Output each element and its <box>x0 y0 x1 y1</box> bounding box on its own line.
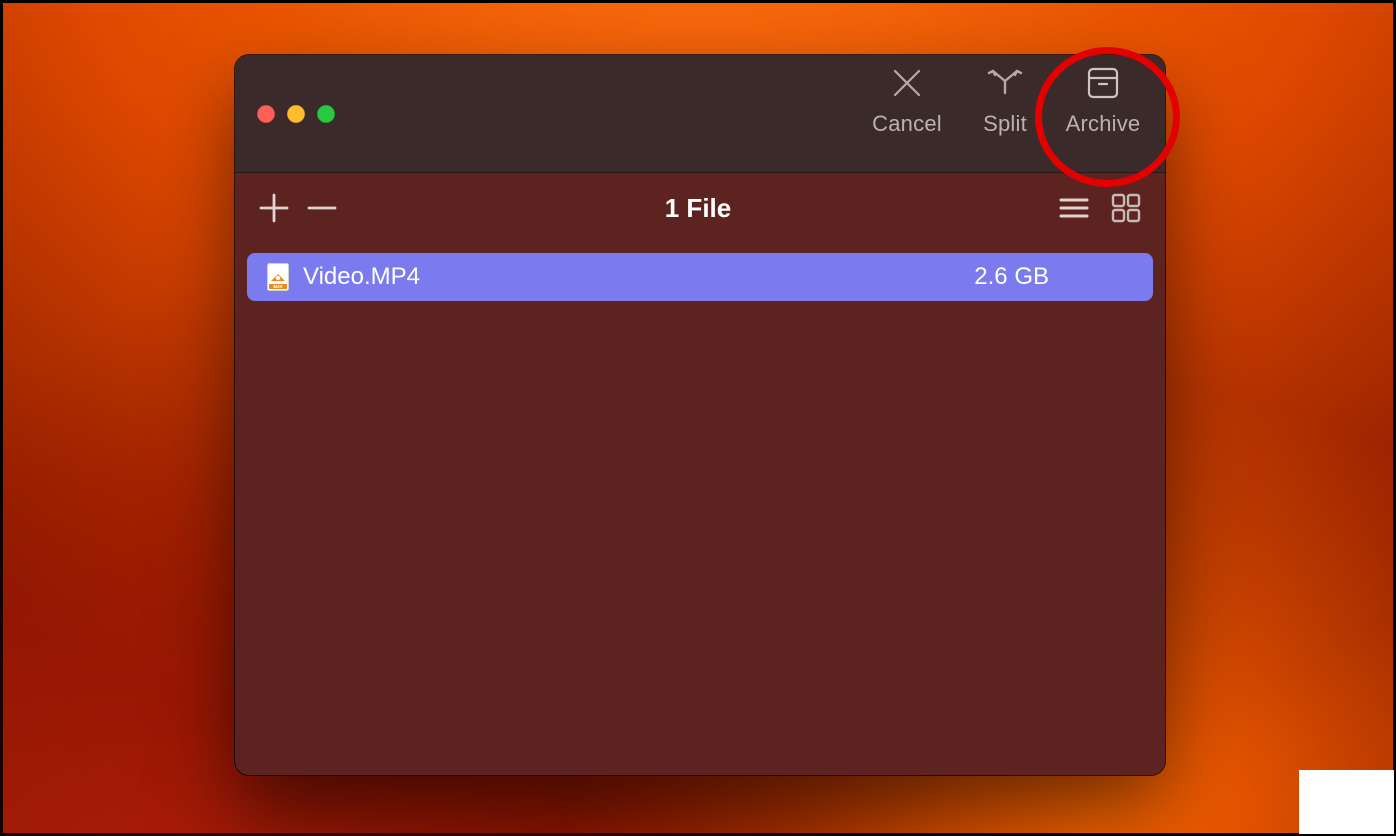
archiver-window: Cancel Split <box>235 55 1165 775</box>
add-remove-controls <box>257 191 339 225</box>
file-size: 2.6 GB <box>974 263 1133 291</box>
cancel-button[interactable]: Cancel <box>867 61 947 137</box>
file-name: Video.MP4 <box>303 263 420 291</box>
split-arrows-icon <box>983 61 1027 105</box>
video-file-icon: M4V <box>267 263 289 291</box>
split-label: Split <box>983 111 1027 137</box>
window-traffic-lights <box>257 105 335 123</box>
window-minimize-button[interactable] <box>287 105 305 123</box>
archive-box-icon <box>1081 61 1125 105</box>
window-titlebar: Cancel Split <box>235 55 1165 173</box>
grid-view-button[interactable] <box>1109 191 1143 225</box>
file-count-title: 1 File <box>339 193 1057 224</box>
view-mode-controls <box>1057 191 1143 225</box>
window-close-button[interactable] <box>257 105 275 123</box>
list-view-button[interactable] <box>1057 191 1091 225</box>
archive-button[interactable]: Archive <box>1063 61 1143 137</box>
file-list: M4V Video.MP4 2.6 GB <box>235 243 1165 311</box>
remove-file-button[interactable] <box>305 191 339 225</box>
watermark-box <box>1299 770 1394 834</box>
x-icon <box>885 61 929 105</box>
split-button[interactable]: Split <box>975 61 1035 137</box>
svg-text:M4V: M4V <box>273 284 282 289</box>
sub-toolbar: 1 File <box>235 173 1165 243</box>
archive-label: Archive <box>1066 111 1141 137</box>
add-file-button[interactable] <box>257 191 291 225</box>
cancel-label: Cancel <box>872 111 942 137</box>
window-zoom-button[interactable] <box>317 105 335 123</box>
titlebar-actions: Cancel Split <box>867 55 1143 178</box>
file-row[interactable]: M4V Video.MP4 2.6 GB <box>247 253 1153 301</box>
